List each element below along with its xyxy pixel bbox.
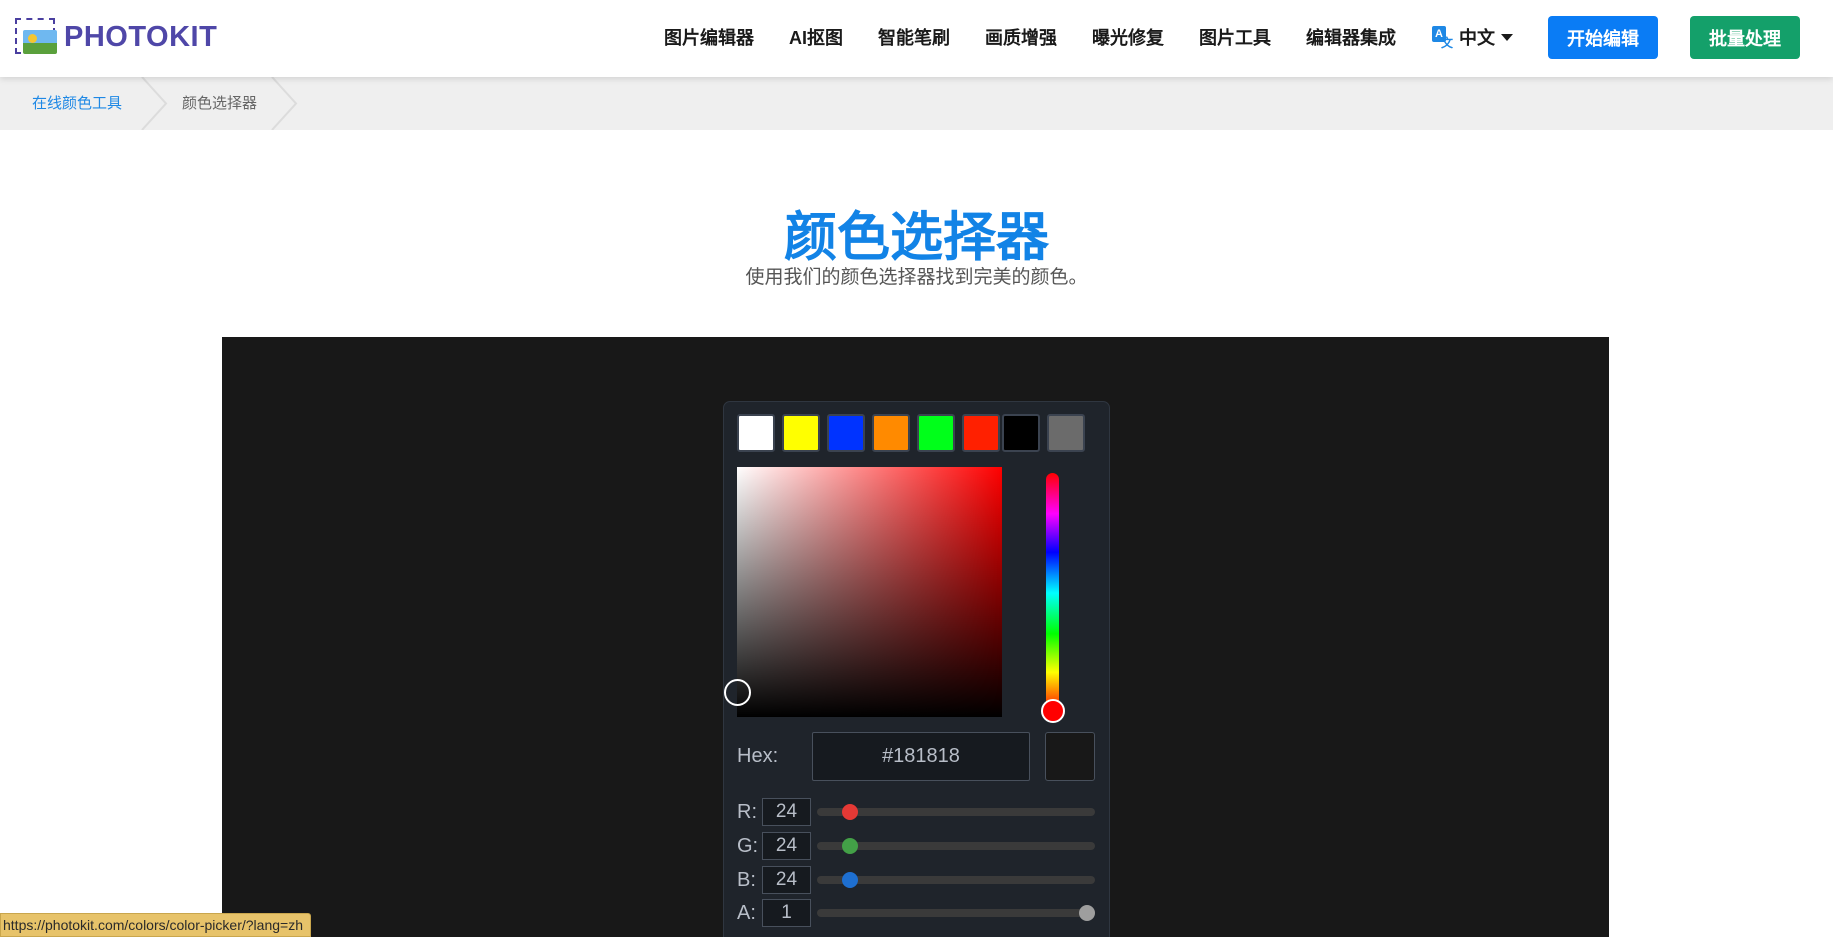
- nav-ai-cutout[interactable]: AI抠图: [789, 24, 843, 50]
- breadcrumb-current: 颜色选择器: [182, 95, 258, 112]
- green-slider[interactable]: [817, 842, 1095, 850]
- red-slider[interactable]: [817, 808, 1095, 816]
- green-slider-handle[interactable]: [842, 838, 858, 854]
- blue-input[interactable]: 24: [762, 866, 811, 894]
- swatch-orange[interactable]: [872, 414, 910, 452]
- nav-enhance[interactable]: 画质增强: [985, 24, 1057, 50]
- alpha-input[interactable]: 1: [762, 899, 811, 927]
- language-selector[interactable]: A文 中文: [1432, 24, 1513, 50]
- main-nav: 图片编辑器 AI抠图 智能笔刷 画质增强 曝光修复 图片工具 编辑器集成: [664, 24, 1431, 50]
- breadcrumb: 在线颜色工具 颜色选择器: [0, 77, 1833, 130]
- saturation-value-area[interactable]: [737, 467, 1002, 717]
- breadcrumb-separator: [270, 77, 298, 130]
- photokit-logo[interactable]: PHOTOKIT: [15, 18, 217, 56]
- alpha-slider-handle[interactable]: [1079, 905, 1095, 921]
- swatch-black[interactable]: [1002, 414, 1040, 452]
- hex-input[interactable]: #181818: [812, 732, 1030, 781]
- blue-label: B:: [737, 869, 756, 891]
- alpha-slider[interactable]: [817, 909, 1095, 917]
- breadcrumb-separator: [140, 77, 168, 130]
- red-slider-handle[interactable]: [842, 804, 858, 820]
- swatch-white[interactable]: [737, 414, 775, 452]
- alpha-label: A:: [737, 902, 756, 924]
- page-title: 颜色选择器: [784, 208, 1049, 267]
- page-subtitle: 使用我们的颜色选择器找到完美的颜色。: [745, 267, 1088, 288]
- red-input[interactable]: 24: [762, 798, 811, 826]
- status-url-tooltip: https://photokit.com/colors/color-picker…: [0, 913, 311, 937]
- red-label: R:: [737, 801, 757, 823]
- nav-image-tools[interactable]: 图片工具: [1199, 24, 1271, 50]
- color-preview-swatch: [1045, 732, 1095, 781]
- start-editing-button[interactable]: 开始编辑: [1548, 16, 1658, 59]
- green-label: G:: [737, 835, 759, 857]
- blue-slider[interactable]: [817, 876, 1095, 884]
- breadcrumb-parent-link[interactable]: 在线颜色工具: [32, 77, 122, 130]
- batch-process-button[interactable]: 批量处理: [1690, 16, 1800, 59]
- translate-icon: A文: [1432, 26, 1454, 50]
- hue-slider[interactable]: [1046, 473, 1059, 713]
- swatch-gray[interactable]: [1047, 414, 1085, 452]
- swatch-yellow[interactable]: [782, 414, 820, 452]
- blue-slider-handle[interactable]: [842, 872, 858, 888]
- swatch-red[interactable]: [962, 414, 1000, 452]
- saturation-cursor[interactable]: [724, 679, 751, 706]
- nav-exposure-fix[interactable]: 曝光修复: [1092, 24, 1164, 50]
- logo-icon: [15, 18, 58, 56]
- chevron-down-icon: [1501, 33, 1513, 41]
- hue-slider-handle[interactable]: [1041, 699, 1065, 723]
- hex-label: Hex:: [737, 745, 779, 767]
- logo-text: PHOTOKIT: [64, 20, 218, 53]
- nav-editor-integration[interactable]: 编辑器集成: [1306, 24, 1396, 50]
- nav-image-editor[interactable]: 图片编辑器: [664, 24, 754, 50]
- language-label: 中文: [1459, 28, 1495, 48]
- swatch-green[interactable]: [917, 414, 955, 452]
- swatch-blue[interactable]: [827, 414, 865, 452]
- nav-smart-brush[interactable]: 智能笔刷: [878, 24, 950, 50]
- green-input[interactable]: 24: [762, 832, 811, 860]
- top-navigation-bar: PHOTOKIT 图片编辑器 AI抠图 智能笔刷 画质增强 曝光修复 图片工具 …: [0, 0, 1833, 77]
